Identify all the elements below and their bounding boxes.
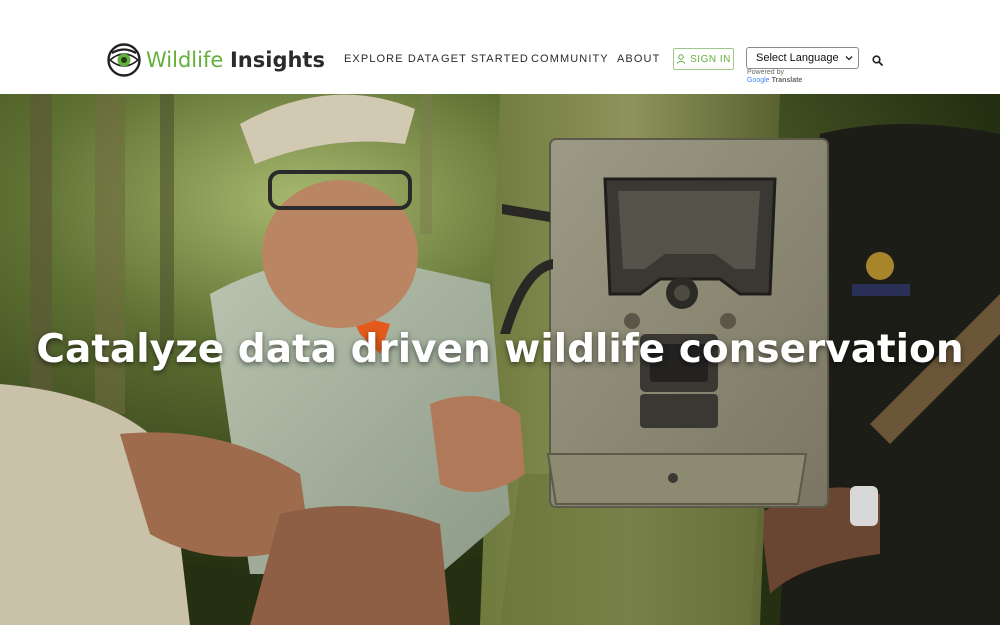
powered-by-text: Powered by xyxy=(747,69,784,76)
google-translate-link[interactable]: Google Translate xyxy=(747,77,802,85)
eye-logo-icon xyxy=(107,43,141,77)
brand-name: Wildlife Insights xyxy=(146,48,325,72)
nav-explore-data[interactable]: EXPLORE DATA xyxy=(344,53,440,65)
translate-text: Translate xyxy=(771,77,803,84)
language-select-value: Select Language xyxy=(756,52,839,64)
logo[interactable]: Wildlife Insights xyxy=(106,41,325,79)
hero-banner: Catalyze data driven wildlife conservati… xyxy=(0,94,1000,625)
chevron-down-icon xyxy=(845,56,853,61)
language-select[interactable]: Select Language xyxy=(746,47,859,69)
hero-headline: Catalyze data driven wildlife conservati… xyxy=(36,327,964,372)
nav-about[interactable]: ABOUT xyxy=(617,53,660,65)
google-translate-attribution: Powered by Google Translate xyxy=(747,69,802,85)
site-header: Wildlife Insights EXPLORE DATA GET START… xyxy=(0,0,1000,94)
nav-get-started[interactable]: GET STARTED xyxy=(441,53,529,65)
brand-name-part2: Insights xyxy=(229,48,325,72)
sign-in-button[interactable]: SIGN IN xyxy=(673,48,734,70)
brand-name-part1: Wildlife xyxy=(146,48,224,72)
user-icon xyxy=(676,54,686,64)
google-text: Google xyxy=(747,77,770,84)
sign-in-label: SIGN IN xyxy=(690,53,731,65)
search-icon[interactable] xyxy=(872,55,883,66)
nav-community[interactable]: COMMUNITY xyxy=(531,53,609,65)
